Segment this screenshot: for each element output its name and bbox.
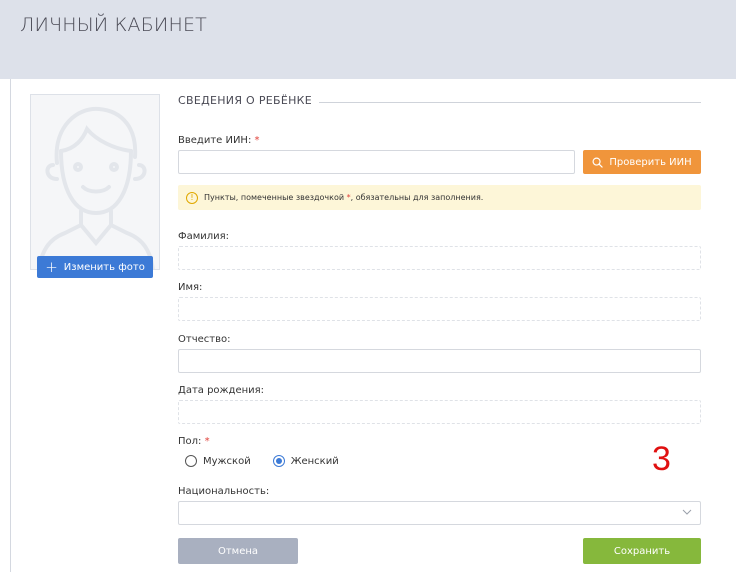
save-button[interactable]: Сохранить bbox=[583, 538, 701, 564]
required-fields-notice: ! Пункты, помеченные звездочкой *, обяза… bbox=[178, 185, 701, 210]
notice-text: Пункты, помеченные звездочкой *, обязате… bbox=[204, 193, 483, 202]
gender-radio-group: Мужской Женский bbox=[185, 455, 339, 467]
notice-text-after: , обязательны для заполнения. bbox=[350, 193, 484, 202]
gender-label-text: Пол: bbox=[178, 436, 202, 447]
change-photo-label: Изменить фото bbox=[63, 261, 145, 273]
iin-label: Введите ИИН: * bbox=[178, 135, 260, 146]
required-mark: * bbox=[254, 135, 260, 146]
search-icon bbox=[592, 157, 604, 168]
check-iin-label: Проверить ИИН bbox=[609, 156, 692, 168]
plus-icon: + bbox=[45, 257, 58, 276]
birthdate-label: Дата рождения: bbox=[178, 385, 265, 396]
gender-option-female[interactable]: Женский bbox=[272, 455, 339, 467]
page-header: ЛИЧНЫЙ КАБИНЕТ bbox=[0, 0, 736, 79]
section-divider bbox=[319, 102, 701, 103]
patronymic-label: Отчество: bbox=[178, 334, 231, 345]
page-title: ЛИЧНЫЙ КАБИНЕТ bbox=[20, 14, 207, 36]
iin-input[interactable] bbox=[178, 150, 575, 174]
nationality-label: Национальность: bbox=[178, 486, 270, 497]
iin-label-text: Введите ИИН: bbox=[178, 135, 252, 146]
nationality-select[interactable] bbox=[178, 501, 701, 525]
chevron-down-icon bbox=[682, 509, 692, 515]
patronymic-input[interactable] bbox=[178, 349, 701, 373]
name-label: Имя: bbox=[178, 282, 203, 293]
change-photo-button[interactable]: + Изменить фото bbox=[37, 256, 153, 278]
gender-option-male-label: Мужской bbox=[203, 455, 251, 467]
info-icon: ! bbox=[186, 191, 198, 204]
section-title: СВЕДЕНИЯ О РЕБЁНКЕ bbox=[178, 94, 313, 107]
gender-option-female-label: Женский bbox=[290, 455, 339, 467]
birthdate-input[interactable] bbox=[178, 400, 701, 424]
avatar-placeholder bbox=[30, 94, 160, 270]
radio-checked-icon[interactable] bbox=[272, 455, 285, 467]
gender-label: Пол: * bbox=[178, 436, 210, 447]
name-input[interactable] bbox=[178, 297, 701, 321]
annotation-number: 3 bbox=[652, 440, 671, 478]
radio-unchecked-icon[interactable] bbox=[185, 455, 197, 467]
check-iin-button[interactable]: Проверить ИИН bbox=[583, 150, 701, 174]
left-divider bbox=[10, 79, 11, 572]
cancel-button[interactable]: Отмена bbox=[178, 538, 298, 564]
gender-required-mark: * bbox=[204, 436, 210, 447]
person-silhouette-icon bbox=[37, 106, 155, 269]
notice-text-before: Пункты, помеченные звездочкой bbox=[204, 193, 347, 202]
surname-label: Фамилия: bbox=[178, 231, 230, 242]
gender-option-male[interactable]: Мужской bbox=[185, 455, 251, 467]
surname-input[interactable] bbox=[178, 246, 701, 270]
